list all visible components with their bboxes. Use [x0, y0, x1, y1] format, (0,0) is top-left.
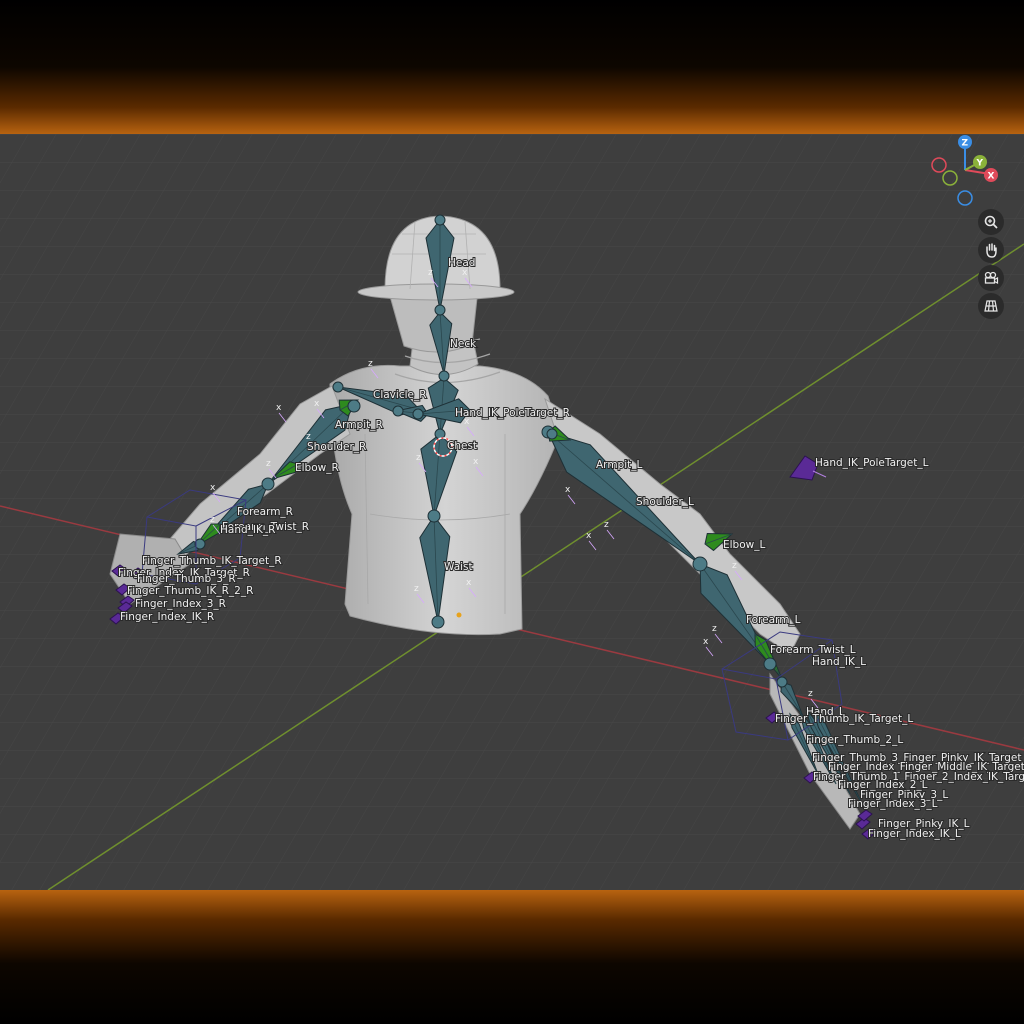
label-elbow-r: Elbow_R [295, 462, 339, 474]
3d-viewport[interactable]: zxxzzxzzxxzxzxzzzxxzx Head Neck Clavicle… [0, 134, 1024, 890]
bone-joint-8[interactable] [412, 408, 424, 420]
camera-icon [984, 271, 999, 284]
toggle-perspective-button[interactable] [978, 293, 1004, 319]
bone-joint-14[interactable] [763, 657, 777, 671]
label-hand-ik-r: Hand_IK_R [220, 524, 275, 536]
bone-joint-16[interactable] [546, 428, 558, 440]
label-forearm-r: Forearm_R [237, 506, 293, 518]
label-chest: Chest [447, 440, 477, 452]
label-finger-index-ik-label-r: Finger_Index_IK_R [120, 611, 214, 623]
hand-pan-icon [986, 243, 997, 258]
label-waist: Waist [444, 561, 473, 573]
label-finger-thumb-ik-r: Finger_Thumb_IK_Target_R [142, 555, 282, 567]
label-finger-index-ik-l: Finger_Index_IK_L [868, 828, 961, 840]
origin-dot [456, 612, 462, 618]
label-finger-index-3-l: Finger_Index_3_L [848, 798, 938, 810]
label-elbow-l: Elbow_L [723, 539, 765, 551]
bone-joint-2[interactable] [438, 370, 450, 382]
axis-glyph-4: z [266, 459, 271, 469]
bone-joint-7[interactable] [392, 405, 404, 417]
label-hand-ik-pole-r: Hand_IK_PoleTarget_R [455, 407, 570, 419]
label-hand-ik-l: Hand_IK_L [812, 656, 866, 668]
pan-button[interactable] [978, 237, 1004, 263]
axis-glyph-11: x [586, 531, 592, 541]
label-shoulder-l: Shoulder_L [636, 496, 694, 508]
scene-canvas[interactable]: zx xzzxzz xxzxzxzzzxxz x Head Neck Clavicle… [0, 134, 1024, 890]
label-finger-thumb-2-l: Finger_Thumb_2_L [806, 734, 903, 746]
label-shoulder-r: Shoulder_R [307, 441, 366, 453]
label-clavicle-r: Clavicle_R [373, 389, 427, 401]
bone-joint-13[interactable] [692, 556, 708, 572]
label-forearm-twist-l: Forearm_Twist_L [770, 644, 856, 656]
bone-joint-1[interactable] [434, 304, 446, 316]
axis-glyph-12: z [604, 520, 609, 530]
axis-glyph-17: x [565, 485, 571, 495]
bone-joint-0[interactable] [434, 214, 446, 226]
label-head: Head [448, 257, 475, 269]
camera-view-button[interactable] [978, 265, 1004, 291]
label-hand-ik-pole-l: Hand_IK_PoleTarget_L [815, 457, 929, 469]
bone-joint-10[interactable] [261, 477, 275, 491]
axis-glyph-5: x [210, 483, 216, 493]
axis-glyph-7: z [416, 453, 421, 463]
bottom-letterbox [0, 890, 1024, 1024]
axis-glyph-10: z [414, 584, 419, 594]
bone-joint-15[interactable] [776, 676, 788, 688]
gizmo-x-letter: X [988, 172, 995, 182]
zoom-button[interactable] [978, 209, 1004, 235]
axis-glyph-15: z [808, 689, 813, 699]
label-armpit-l: Armpit_L [596, 459, 642, 471]
bone-joint-6[interactable] [332, 381, 344, 393]
axis-glyph-20: x [462, 268, 468, 278]
axis-glyph-1: x [276, 403, 282, 413]
bone-joint-5[interactable] [431, 615, 445, 629]
axis-glyph-16: z [732, 561, 737, 571]
bone-joint-9[interactable] [347, 399, 361, 413]
axis-glyph-0: z [368, 359, 373, 369]
gizmo-z-letter: Z [962, 139, 969, 149]
label-finger-thumb-ik-l: Finger_Thumb_IK_Target_L [775, 713, 913, 725]
axis-glyph-14: z [712, 624, 717, 634]
zoom-icon [984, 215, 998, 229]
label-finger-thumb-2-r: Finger_Thumb_IK_R_2_R [127, 585, 253, 597]
bone-joint-4[interactable] [427, 509, 441, 523]
label-armpit-r: Armpit_R [335, 419, 383, 431]
axis-glyph-19: z [428, 268, 433, 278]
axis-glyph-2: x [314, 399, 320, 409]
label-neck: Neck [450, 338, 477, 350]
axis-glyph-9: x [466, 578, 472, 588]
label-forearm-l: Forearm_L [746, 614, 801, 626]
label-finger-index-3-r: Finger_Index_3_R [135, 598, 226, 610]
axis-glyph-6: z [210, 515, 215, 525]
grid-view-icon [984, 300, 998, 312]
top-letterbox [0, 0, 1024, 134]
label-finger-thumb-3-r: Finger_Thumb_3_R [137, 573, 236, 585]
axis-glyph-13: x [703, 637, 709, 647]
gizmo-y-letter: Y [976, 159, 984, 169]
axis-glyph-8: x [473, 457, 479, 467]
